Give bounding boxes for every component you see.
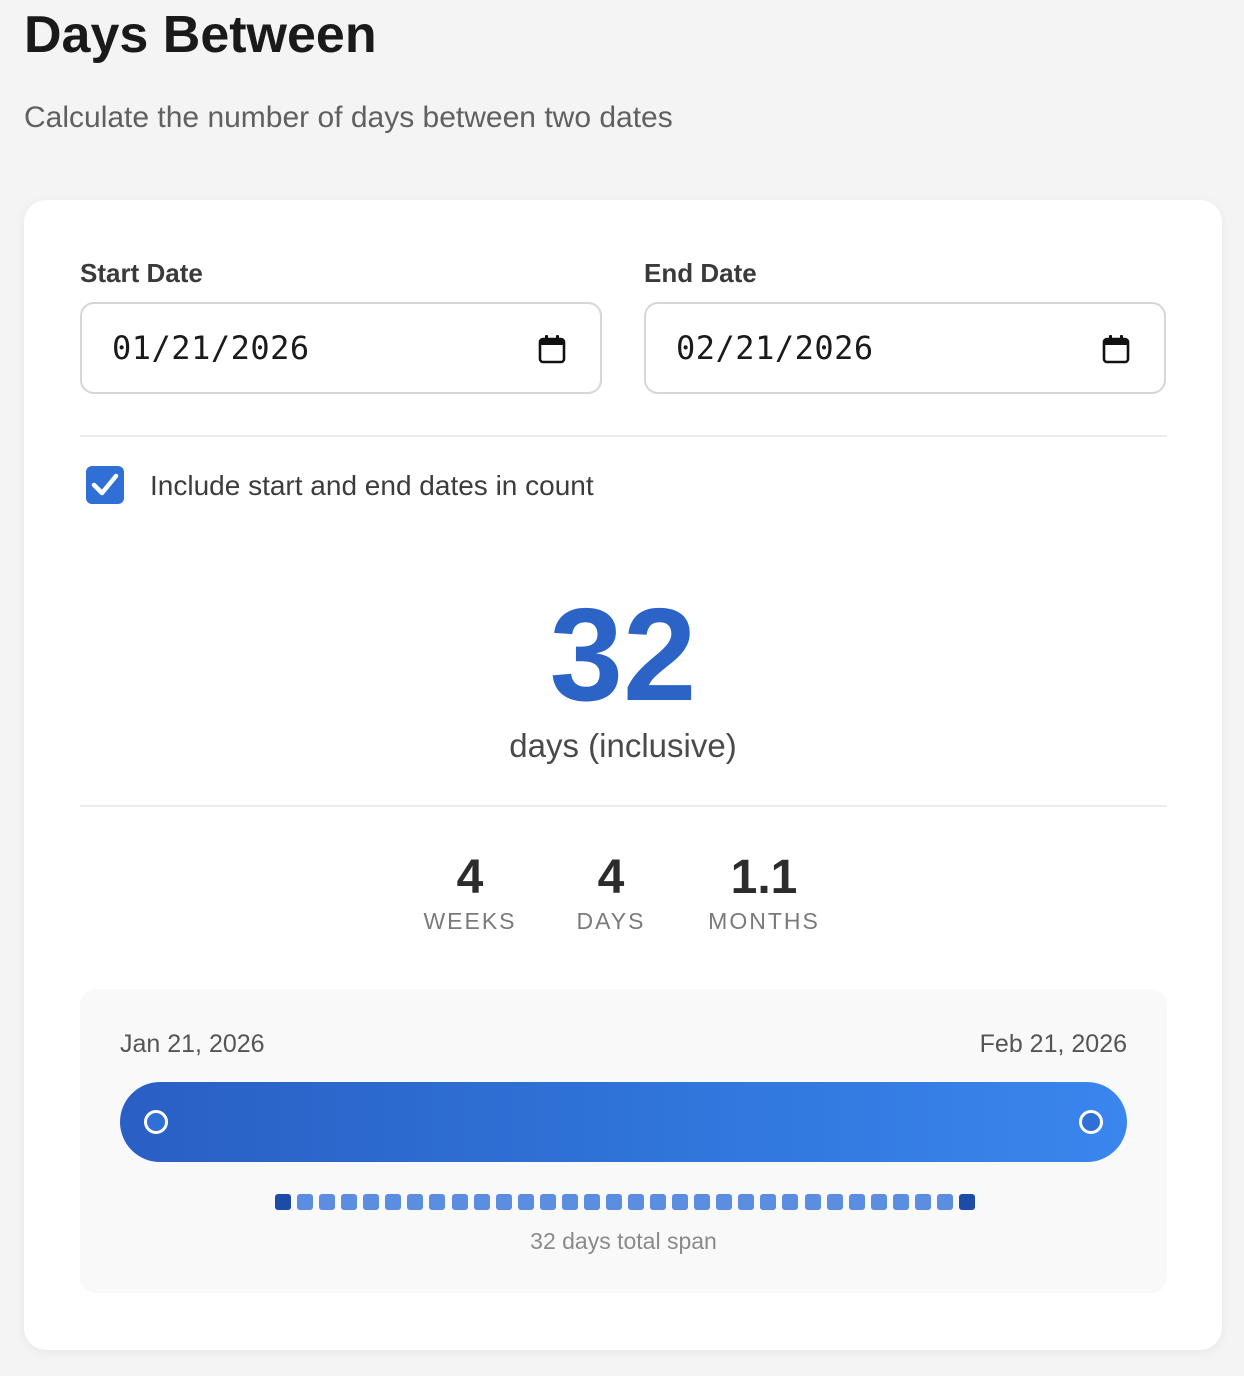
day-square xyxy=(848,1194,865,1210)
day-square xyxy=(914,1194,931,1210)
day-square xyxy=(672,1194,689,1210)
start-date-value[interactable]: 01/21/2026 xyxy=(112,328,310,368)
stat-days: 4 DAYS xyxy=(568,850,654,936)
end-date-label: End Date xyxy=(644,258,757,288)
include-dates-checkbox[interactable] xyxy=(86,466,124,504)
day-square xyxy=(539,1194,556,1210)
end-date-input[interactable]: 02/21/2026 xyxy=(644,302,1166,394)
day-square xyxy=(650,1194,667,1210)
total-days-caption: days (inclusive) xyxy=(509,727,737,764)
day-square xyxy=(385,1194,402,1210)
divider xyxy=(80,435,1167,437)
day-squares xyxy=(275,1194,975,1210)
stat-months-label: MONTHS xyxy=(708,908,820,934)
day-square xyxy=(826,1194,843,1210)
start-date-label: Start Date xyxy=(80,258,203,288)
start-date-field: Start Date 01/21/2026 xyxy=(80,256,602,394)
calculator-card: Start Date 01/21/2026 End Date 02/21/202… xyxy=(24,200,1222,1350)
day-square xyxy=(341,1194,358,1210)
stat-months-value: 1.1 xyxy=(730,851,798,904)
timeline-end-date: Feb 21, 2026 xyxy=(979,1030,1127,1058)
day-square xyxy=(275,1194,291,1210)
day-square xyxy=(959,1194,975,1210)
timeline-start-marker xyxy=(144,1110,168,1134)
day-square xyxy=(517,1194,534,1210)
divider xyxy=(80,805,1167,807)
day-square xyxy=(561,1194,578,1210)
day-square xyxy=(892,1194,909,1210)
day-square xyxy=(628,1194,645,1210)
day-square xyxy=(451,1194,468,1210)
checkmark-icon xyxy=(91,473,119,496)
day-square xyxy=(297,1194,314,1210)
calendar-icon[interactable] xyxy=(1102,334,1130,364)
day-square xyxy=(760,1194,777,1210)
stat-weeks-value: 4 xyxy=(456,851,484,904)
day-square xyxy=(738,1194,755,1210)
calendar-icon[interactable] xyxy=(538,334,566,364)
day-square xyxy=(473,1194,490,1210)
include-dates-label[interactable]: Include start and end dates in count xyxy=(150,466,594,506)
day-square xyxy=(716,1194,733,1210)
page-title: Days Between xyxy=(24,6,377,64)
day-square xyxy=(936,1194,953,1210)
day-square xyxy=(407,1194,424,1210)
day-square xyxy=(495,1194,512,1210)
stat-weeks: 4 WEEKS xyxy=(420,850,520,936)
day-square xyxy=(429,1194,446,1210)
day-square xyxy=(870,1194,887,1210)
day-square xyxy=(694,1194,711,1210)
stat-days-label: DAYS xyxy=(576,908,646,934)
stat-months: 1.1 MONTHS xyxy=(700,850,828,936)
day-square xyxy=(804,1194,821,1210)
end-date-value[interactable]: 02/21/2026 xyxy=(676,328,874,368)
total-days-value: 32 xyxy=(549,581,697,728)
day-square xyxy=(363,1194,380,1210)
start-date-input[interactable]: 01/21/2026 xyxy=(80,302,602,394)
stat-weeks-label: WEEKS xyxy=(423,908,517,934)
timeline-bar xyxy=(120,1082,1127,1162)
timeline-end-marker xyxy=(1079,1110,1103,1134)
end-date-field: End Date 02/21/2026 xyxy=(644,256,1166,394)
page-subtitle: Calculate the number of days between two… xyxy=(24,101,673,134)
day-square xyxy=(319,1194,336,1210)
stat-days-value: 4 xyxy=(597,851,625,904)
timeline-caption: 32 days total span xyxy=(530,1228,717,1254)
timeline-start-date: Jan 21, 2026 xyxy=(120,1030,265,1058)
day-square xyxy=(583,1194,600,1210)
day-square xyxy=(605,1194,622,1210)
timeline-panel: Jan 21, 2026 Feb 21, 2026 32 days total … xyxy=(80,989,1167,1293)
day-square xyxy=(782,1194,799,1210)
